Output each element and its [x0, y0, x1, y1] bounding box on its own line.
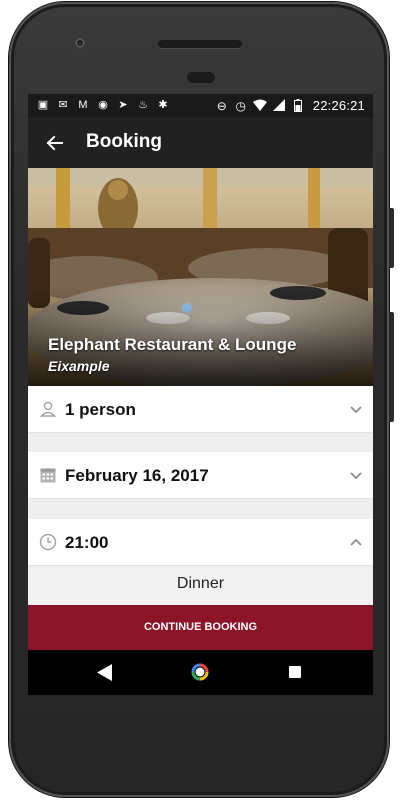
app-bar: Booking: [28, 118, 373, 168]
person-icon: [39, 401, 57, 417]
signal-icon: [272, 98, 286, 113]
status-bar: ▣ ✉ M ◉ ➤ ♨ ✱ ⊖ ◷ 22:26:21: [28, 94, 373, 118]
chevron-down-icon: [350, 406, 362, 414]
party-size-value: 1 person: [65, 400, 136, 419]
back-button[interactable]: [42, 130, 68, 156]
nav-recents-icon[interactable]: [289, 666, 301, 678]
front-camera: [73, 36, 87, 50]
page-title: Booking: [86, 131, 162, 152]
chat-icon: ▣: [37, 99, 49, 111]
time-value: 21:00: [65, 533, 109, 552]
earpiece-speaker: [158, 40, 242, 48]
meal-option-dinner[interactable]: Dinner: [28, 568, 373, 604]
telegram-icon: ➤: [118, 99, 128, 111]
booking-form: 1 person February 16, 2017 21:00 Dinner: [28, 386, 373, 606]
clock-time: 22:26:21: [312, 98, 365, 113]
power-button: [389, 208, 394, 268]
system-icons: ⊖ ◷ 22:26:21: [215, 98, 365, 113]
alarm-icon: ◷: [235, 98, 247, 113]
restaurant-area: Eixample: [48, 358, 110, 374]
arrow-back-icon: [46, 135, 63, 151]
time-selector[interactable]: 21:00: [28, 519, 373, 566]
mail-icon: ✉: [58, 99, 68, 111]
nav-back-icon[interactable]: [97, 664, 113, 681]
date-selector[interactable]: February 16, 2017: [28, 452, 373, 499]
nav-home-icon[interactable]: [191, 663, 209, 681]
download-icon: ◉: [98, 99, 108, 111]
calendar-icon: [40, 468, 56, 483]
continue-booking-button[interactable]: CONTINUE BOOKING: [28, 605, 373, 650]
coffee-icon: ♨: [138, 99, 148, 111]
battery-icon: [291, 98, 305, 113]
proximity-sensor: [187, 72, 215, 83]
date-value: February 16, 2017: [65, 466, 209, 485]
chevron-down-icon: [350, 472, 362, 480]
notification-icons: ▣ ✉ M ◉ ➤ ♨ ✱: [36, 99, 170, 111]
clock-icon: [39, 533, 57, 551]
chevron-up-icon: [350, 538, 362, 546]
system-nav-bar: [28, 650, 373, 695]
restaurant-name: Elephant Restaurant & Lounge: [48, 335, 297, 354]
pinwheel-icon: ✱: [158, 99, 168, 111]
do-not-disturb-icon: ⊖: [216, 98, 227, 113]
restaurant-photo: Elephant Restaurant & Lounge Eixample: [28, 168, 373, 386]
gmail-icon: M: [78, 99, 88, 111]
volume-button: [389, 312, 394, 422]
party-size-selector[interactable]: 1 person: [28, 386, 373, 433]
screen: ▣ ✉ M ◉ ➤ ♨ ✱ ⊖ ◷ 22:26:21 Booking Eleph…: [28, 94, 373, 695]
wifi-icon: [252, 99, 267, 113]
